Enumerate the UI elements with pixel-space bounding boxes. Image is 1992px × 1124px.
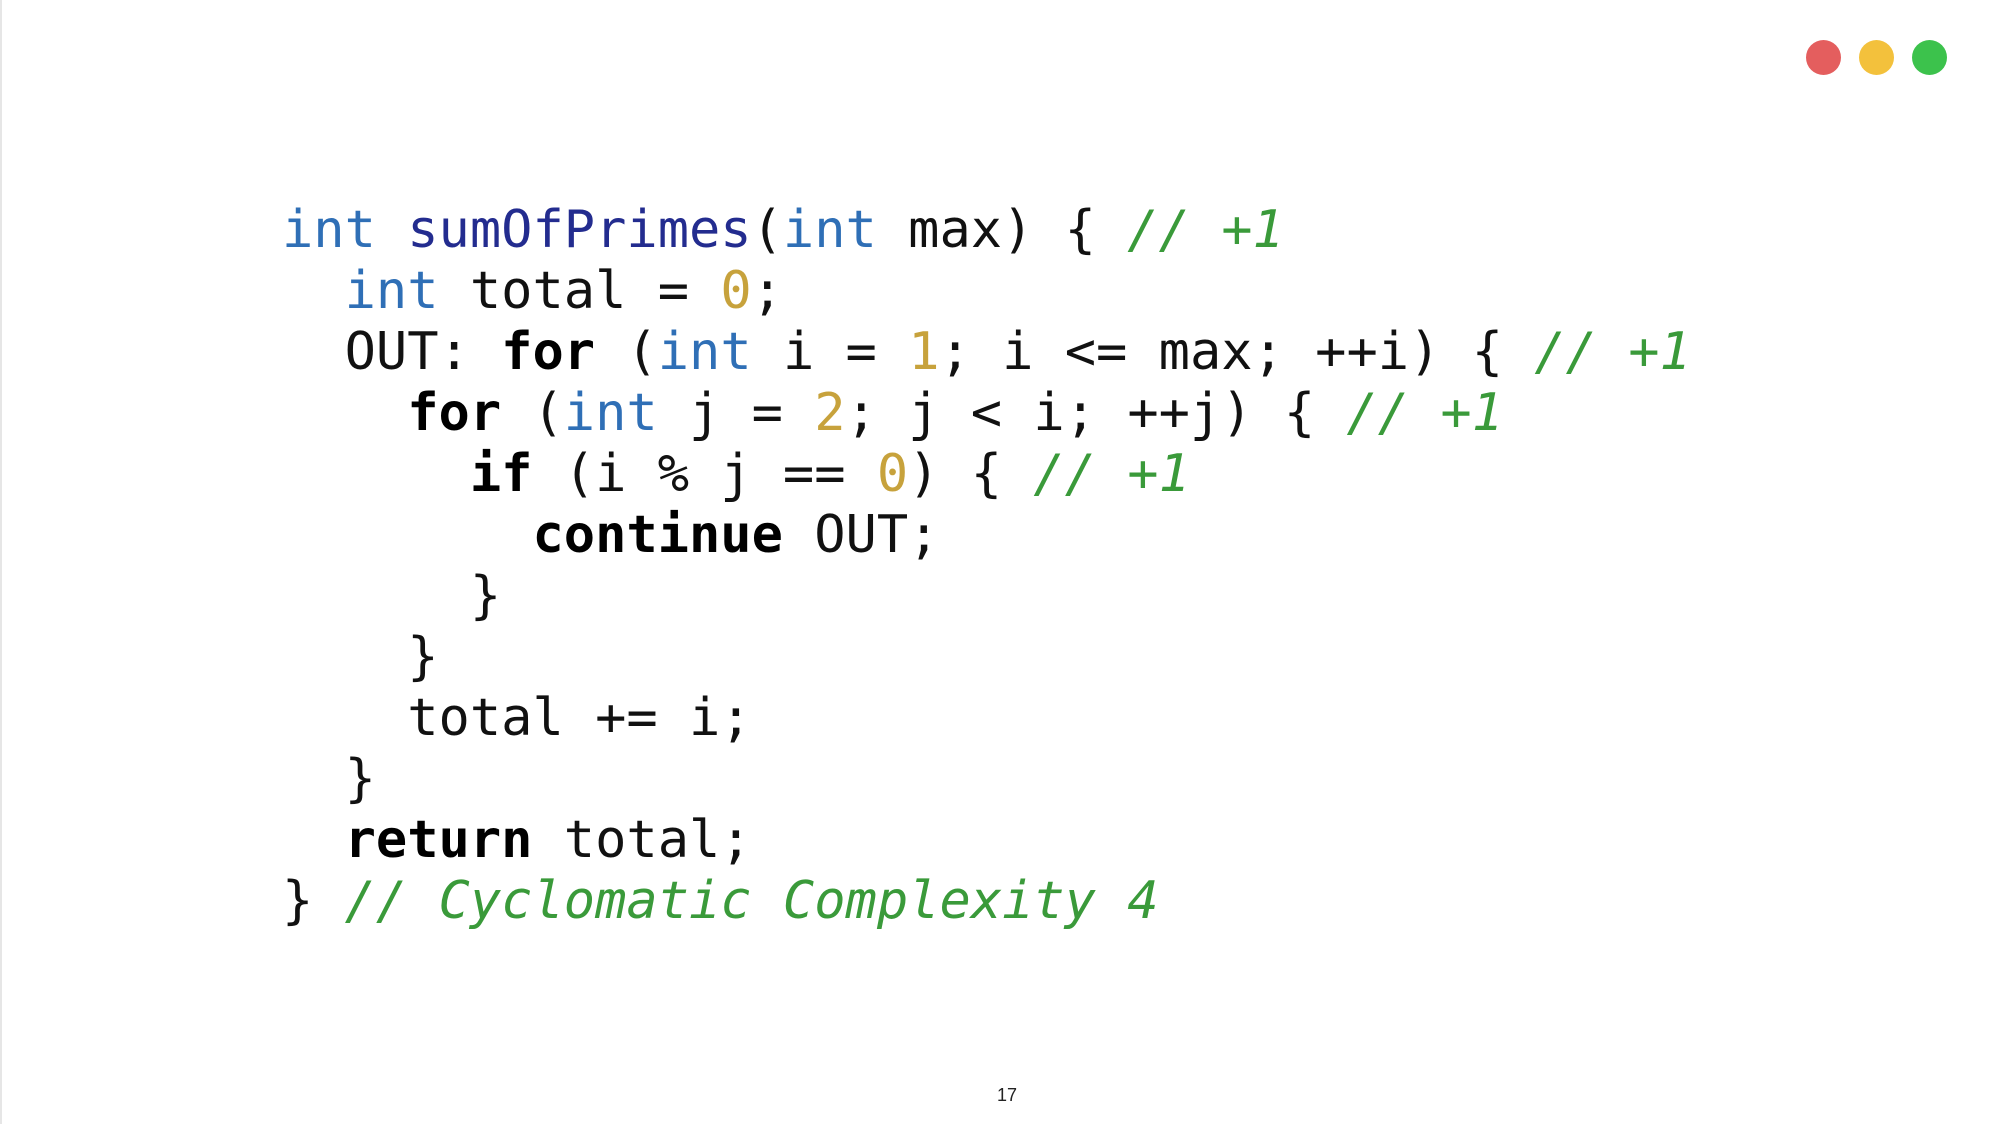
number-literal: 2 bbox=[814, 383, 846, 443]
slide-left-edge bbox=[0, 0, 2, 1124]
code-line-2: int total = 0; bbox=[282, 261, 1691, 322]
code-comment: // Cyclomatic Complexity 4 bbox=[344, 871, 1159, 931]
code-text: total = bbox=[438, 261, 721, 321]
control-keyword: continue bbox=[532, 505, 783, 565]
code-text: ; bbox=[751, 261, 783, 321]
code-line-6: continue OUT; bbox=[282, 505, 1691, 566]
code-text: OUT; bbox=[782, 505, 940, 565]
type-keyword: int bbox=[563, 383, 658, 443]
code-text: ) { bbox=[908, 444, 1034, 504]
code-line-3: OUT: for (int i = 1; i <= max; ++i) { //… bbox=[282, 322, 1691, 383]
code-block: int sumOfPrimes(int max) { // +1 int tot… bbox=[282, 200, 1691, 932]
green-dot-icon[interactable] bbox=[1912, 40, 1947, 75]
code-comment: // +1 bbox=[1127, 200, 1284, 260]
code-comment: // +1 bbox=[1033, 444, 1190, 504]
number-literal: 1 bbox=[908, 322, 940, 382]
type-keyword: int bbox=[782, 200, 877, 260]
code-text: ( bbox=[751, 200, 783, 260]
control-keyword: if bbox=[469, 444, 533, 504]
code-comment: // +1 bbox=[1534, 322, 1691, 382]
type-keyword: int bbox=[657, 322, 752, 382]
code-text: } bbox=[282, 871, 345, 931]
code-line-10: } bbox=[282, 749, 1691, 810]
function-name: sumOfPrimes bbox=[407, 200, 752, 260]
page-number: 17 bbox=[996, 1085, 1018, 1105]
code-line-1: int sumOfPrimes(int max) { // +1 bbox=[282, 200, 1691, 261]
code-text: (i % j == bbox=[532, 444, 877, 504]
code-text: ; j < i; ++j) { bbox=[845, 383, 1347, 443]
number-literal: 0 bbox=[876, 444, 909, 504]
code-text: } bbox=[282, 627, 439, 687]
window-controls bbox=[1806, 40, 1947, 75]
code-line-8: } bbox=[282, 627, 1691, 688]
control-keyword: return bbox=[344, 810, 533, 870]
code-comment: // +1 bbox=[1346, 383, 1504, 443]
code-text: } bbox=[282, 749, 376, 809]
code-text: total += i; bbox=[282, 688, 752, 748]
code-line-12: } // Cyclomatic Complexity 4 bbox=[282, 871, 1691, 932]
type-keyword: int bbox=[344, 261, 439, 321]
code-line-7: } bbox=[282, 566, 1691, 627]
number-literal: 0 bbox=[720, 261, 752, 321]
control-keyword: for bbox=[501, 322, 596, 382]
code-text: j = bbox=[657, 383, 815, 443]
code-text: } bbox=[282, 566, 502, 626]
code-line-11: return total; bbox=[282, 810, 1691, 871]
loop-label: OUT: bbox=[344, 322, 502, 382]
slide: int sumOfPrimes(int max) { // +1 int tot… bbox=[0, 0, 1992, 1124]
code-line-9: total += i; bbox=[282, 688, 1691, 749]
code-line-5: if (i % j == 0) { // +1 bbox=[282, 444, 1691, 505]
red-dot-icon[interactable] bbox=[1806, 40, 1841, 75]
control-keyword: for bbox=[407, 383, 502, 443]
code-text: ; i <= max; ++i) { bbox=[939, 322, 1535, 382]
code-text: total; bbox=[532, 810, 752, 870]
type-keyword: int bbox=[282, 200, 376, 260]
code-text: ( bbox=[595, 322, 658, 382]
code-text: ( bbox=[501, 383, 564, 443]
code-text: i = bbox=[751, 322, 909, 382]
code-text: max) { bbox=[876, 200, 1128, 260]
yellow-dot-icon[interactable] bbox=[1859, 40, 1894, 75]
code-line-4: for (int j = 2; j < i; ++j) { // +1 bbox=[282, 383, 1691, 444]
